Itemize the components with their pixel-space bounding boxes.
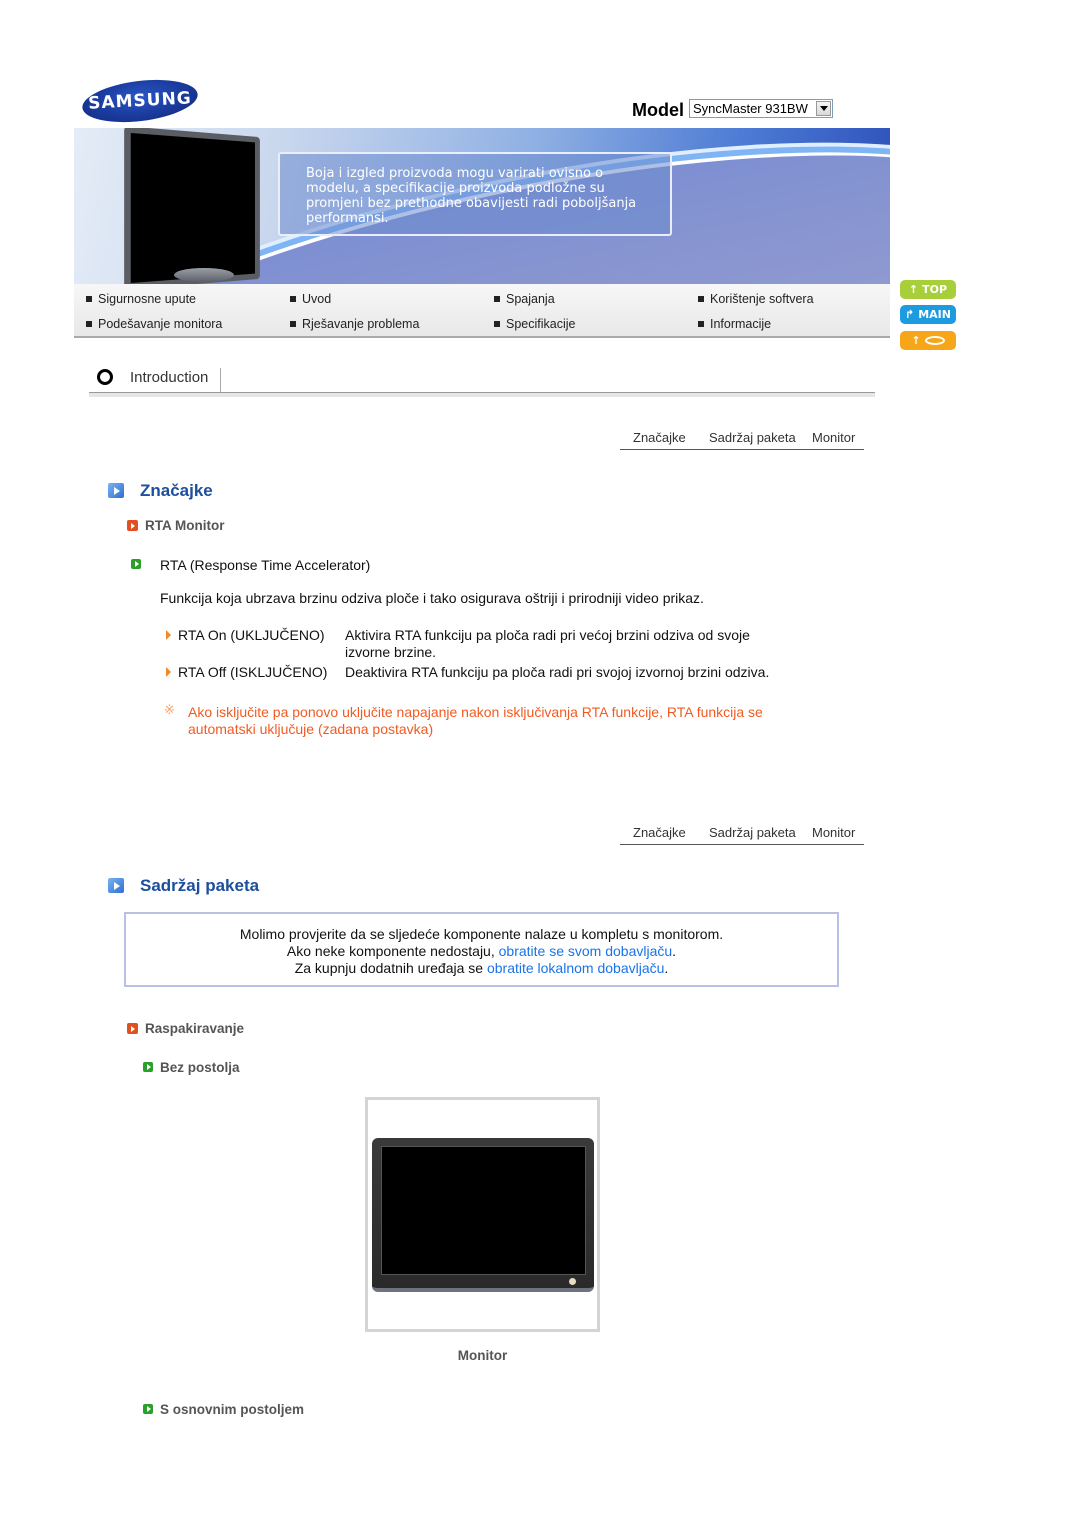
nav-item-uvod[interactable]: Uvod: [290, 292, 331, 306]
contact-supplier-link[interactable]: obratite se svom dobavljaču: [499, 943, 673, 959]
model-select[interactable]: SyncMaster 931BW: [689, 99, 833, 118]
subtabs-middle: Značajke Sadržaj paketa Monitor: [620, 822, 864, 845]
divider: [220, 368, 221, 392]
rta-description: Funkcija koja ubrzava brzinu odziva ploč…: [160, 590, 704, 606]
unpacking-subheading: Raspakiravanje: [145, 1021, 245, 1036]
bullet-icon: [494, 321, 500, 327]
nav-item-podesavanje-monitora[interactable]: Podešavanje monitora: [86, 317, 222, 331]
info-line-3-suffix: .: [664, 960, 669, 976]
main-button[interactable]: ↱ MAIN: [900, 305, 956, 324]
rta-item-title: RTA (Response Time Accelerator): [160, 557, 371, 573]
product-caption: Monitor: [457, 1348, 508, 1363]
section-arrow-icon: [108, 878, 124, 893]
nav-item-informacije[interactable]: Informacije: [698, 317, 771, 331]
tab-znacajke[interactable]: Značajke: [633, 430, 686, 445]
top-button[interactable]: ↑ TOP: [900, 280, 956, 299]
main-button-label: MAIN: [918, 308, 951, 321]
tab-znacajke[interactable]: Značajke: [633, 825, 686, 840]
hero-banner: Boja i izgled proizvoda mogu varirati ov…: [74, 128, 890, 284]
rta-note-line2: automatski uključuje (zadana postavka): [188, 721, 434, 737]
section-arrow-icon: [108, 483, 124, 498]
samsung-logo[interactable]: SAMSUNG: [79, 74, 201, 128]
package-info-box: Molimo provjerite da se sljedeće kompone…: [124, 912, 839, 987]
nav-item-spajanja[interactable]: Spajanja: [494, 292, 555, 306]
monitor-screen: [381, 1146, 586, 1275]
nav-item-koristenje-softvera[interactable]: Korištenje softvera: [698, 292, 814, 306]
model-label: Model: [632, 100, 684, 120]
info-line-2-suffix: .: [672, 943, 677, 959]
arrow-up-icon: ↑: [908, 283, 919, 296]
main-nav: Sigurnosne upute Uvod Spajanja Korištenj…: [74, 284, 890, 338]
bullet-arrow-icon: [166, 667, 171, 677]
nav-item-label: Spajanja: [506, 292, 555, 306]
without-stand-heading: Bez postolja: [160, 1060, 240, 1075]
rta-on-term: RTA On (UKLJUČENO): [178, 627, 325, 643]
bullet-icon: [290, 296, 296, 302]
rta-monitor-subheading: RTA Monitor: [145, 518, 225, 533]
tab-monitor[interactable]: Monitor: [812, 825, 855, 840]
subtabs-top: Značajke Sadržaj paketa Monitor: [620, 427, 864, 450]
bullet-icon: [290, 321, 296, 327]
nav-item-label: Specifikacije: [506, 317, 576, 331]
package-heading: Sadržaj paketa: [140, 876, 260, 895]
back-button[interactable]: ↑: [900, 331, 956, 350]
bullet-icon: [86, 321, 92, 327]
power-led-icon: [569, 1278, 576, 1285]
nav-item-sigurnosne-upute[interactable]: Sigurnosne upute: [86, 292, 196, 306]
info-line-1: Molimo provjerite da se sljedeće kompone…: [239, 926, 724, 942]
bullet-icon: [698, 321, 704, 327]
tab-sadrzaj-paketa[interactable]: Sadržaj paketa: [709, 825, 796, 840]
product-image-frame: [365, 1097, 600, 1332]
play-arrow-icon: [131, 559, 141, 569]
nav-item-label: Uvod: [302, 292, 332, 306]
note-icon: ※: [164, 702, 175, 717]
bullet-arrow-icon: [166, 630, 171, 640]
nav-item-label: Informacije: [710, 317, 772, 331]
info-line-3-text: Za kupnju dodatnih uređaja se: [294, 960, 487, 976]
tab-sadrzaj-paketa[interactable]: Sadržaj paketa: [709, 430, 796, 445]
bullet-icon: [698, 296, 704, 302]
nav-item-specifikacije[interactable]: Specifikacije: [494, 317, 575, 331]
circle-icon: [97, 369, 113, 385]
rta-note-line1: Ako isključite pa ponovo uključite napaj…: [188, 704, 763, 720]
play-arrow-icon: [127, 520, 138, 531]
top-button-label: TOP: [922, 283, 948, 296]
nav-item-rjesavanje-problema[interactable]: Rješavanje problema: [290, 317, 419, 331]
local-supplier-link[interactable]: obratite lokalnom dobavljaču: [487, 960, 664, 976]
play-arrow-icon: [127, 1023, 138, 1034]
nav-item-label: Rješavanje problema: [302, 317, 420, 331]
rta-on-desc: Aktivira RTA funkciju pa ploča radi pri …: [345, 627, 750, 643]
play-arrow-icon: [143, 1062, 153, 1072]
bullet-icon: [494, 296, 500, 302]
rta-on-desc-cont: izvorne brzine.: [345, 644, 437, 660]
rta-off-desc: Deaktivira RTA funkciju pa ploča radi pr…: [345, 664, 770, 680]
play-arrow-icon: [143, 1404, 153, 1414]
disc-icon: [924, 336, 945, 345]
features-heading: Značajke: [140, 481, 213, 500]
section-title: Introduction: [130, 369, 209, 386]
arrow-up-icon: ↑: [911, 334, 921, 347]
banner-notice: Boja i izgled proizvoda mogu varirati ov…: [278, 152, 672, 236]
info-line-2: Ako neke komponente nedostaju, obratite …: [126, 943, 837, 960]
info-line-2-text: Ako neke komponente nedostaju,: [286, 943, 499, 959]
nav-item-label: Korištenje softvera: [710, 292, 814, 306]
monitor-product-image: [372, 1138, 594, 1292]
model-select-value: SyncMaster 931BW: [693, 101, 808, 116]
rta-off-term: RTA Off (ISKLJUČENO): [178, 664, 328, 680]
monitor-stand-image: [174, 268, 234, 282]
monitor-image: [124, 128, 260, 284]
tab-monitor[interactable]: Monitor: [812, 430, 855, 445]
bullet-icon: [86, 296, 92, 302]
arrow-turn-up-icon: ↱: [905, 308, 915, 321]
nav-item-label: Podešavanje monitora: [98, 317, 223, 331]
with-stand-heading: S osnovnim postoljem: [160, 1402, 305, 1417]
chevron-down-icon[interactable]: [816, 101, 831, 116]
nav-item-label: Sigurnosne upute: [98, 292, 196, 306]
info-line-3: Za kupnju dodatnih uređaja se obratite l…: [126, 960, 837, 977]
divider: [89, 393, 875, 397]
